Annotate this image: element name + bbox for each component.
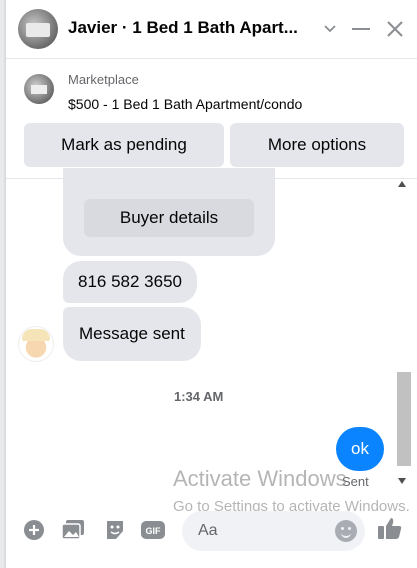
chevron-down-icon[interactable] bbox=[317, 14, 343, 44]
scroll-up-arrow-icon[interactable] bbox=[398, 181, 406, 187]
listing-title[interactable]: $500 - 1 Bed 1 Bath Apartment/condo bbox=[68, 96, 302, 112]
conversation-title[interactable]: Javier · 1 Bed 1 Bath Apart... bbox=[68, 18, 298, 38]
chat-header[interactable]: Javier · 1 Bed 1 Bath Apart... bbox=[6, 0, 417, 59]
scrollbar[interactable] bbox=[395, 179, 413, 497]
mark-as-pending-button[interactable]: Mark as pending bbox=[24, 123, 224, 167]
add-icon[interactable] bbox=[22, 518, 46, 542]
photo-icon[interactable] bbox=[61, 518, 85, 542]
scrollbar-thumb[interactable] bbox=[397, 372, 411, 466]
avatar[interactable] bbox=[18, 9, 58, 49]
outgoing-message-bubble[interactable]: ok bbox=[336, 427, 384, 471]
message-bubble-status[interactable]: Message sent bbox=[63, 307, 201, 361]
listing-thumbnail[interactable] bbox=[24, 74, 54, 104]
sticker-icon[interactable] bbox=[103, 518, 127, 542]
minimize-icon[interactable] bbox=[348, 14, 374, 44]
svg-text:GIF: GIF bbox=[146, 526, 162, 536]
buyer-details-button[interactable]: Buyer details bbox=[84, 199, 254, 237]
activate-windows-watermark: Activate Windows bbox=[173, 466, 347, 491]
message-bubble-phone[interactable]: 816 582 3650 bbox=[63, 261, 197, 303]
message-input[interactable] bbox=[196, 521, 330, 541]
message-input-wrapper[interactable] bbox=[182, 511, 365, 551]
message-timestamp: 1:34 AM bbox=[174, 389, 224, 404]
marketplace-label: Marketplace bbox=[68, 72, 139, 87]
avatar[interactable] bbox=[18, 326, 54, 362]
emoji-icon[interactable] bbox=[335, 520, 357, 542]
close-icon[interactable] bbox=[382, 14, 408, 44]
chat-window: Javier · 1 Bed 1 Bath Apart... Marketpla… bbox=[5, 0, 417, 568]
more-options-button[interactable]: More options bbox=[230, 123, 404, 167]
gif-icon[interactable]: GIF bbox=[140, 518, 166, 542]
scroll-down-arrow-icon[interactable] bbox=[398, 478, 406, 484]
like-icon[interactable] bbox=[376, 514, 404, 542]
